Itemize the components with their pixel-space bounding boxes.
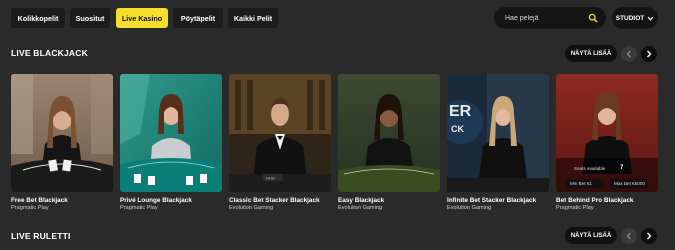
game-provider: Evolution Gaming — [229, 205, 274, 211]
game-title[interactable]: Easy Blackjack — [338, 197, 384, 204]
game-thumbnail — [556, 74, 658, 192]
min-bet-label: Min Bet €1 — [570, 181, 592, 186]
game-title[interactable]: Bet Behind Pro Blackjack — [556, 197, 633, 204]
game-title[interactable]: Privé Lounge Blackjack — [120, 197, 192, 204]
chevron-right-icon — [647, 232, 652, 240]
game-title[interactable]: Free Bet Blackjack — [11, 197, 68, 204]
tab-kolikkopelit[interactable]: Kolikkopelit — [11, 8, 65, 28]
game-thumbnail: ER CK — [447, 74, 549, 192]
svg-text:HHH: HHH — [266, 176, 275, 181]
game-provider: Pragmatic Play — [556, 205, 594, 211]
tab-kaikki-pelit[interactable]: Kaikki Pelit — [228, 8, 278, 28]
game-card-bet-behind-pro-blackjack[interactable]: Seats available 7 Min Bet €1 Max Bet €50… — [556, 74, 658, 192]
section-title-live-ruletti: LIVE RULETTI — [11, 231, 71, 241]
chevron-down-icon — [647, 16, 654, 21]
tab-suositut[interactable]: Suositut — [70, 8, 110, 28]
svg-text:CK: CK — [451, 124, 464, 134]
tab-live-kasino[interactable]: Live Kasino — [116, 8, 168, 28]
carousel-prev-button[interactable] — [621, 46, 637, 62]
search-input[interactable] — [505, 14, 585, 22]
chevron-right-icon — [647, 50, 652, 58]
search-box[interactable] — [494, 7, 606, 29]
seats-available-value: 7 — [620, 165, 624, 171]
show-more-button[interactable]: NÄYTÄ LISÄÄ — [565, 227, 617, 244]
search-icon[interactable] — [588, 13, 598, 23]
game-thumbnail — [338, 74, 440, 192]
carousel-next-button[interactable] — [641, 228, 657, 244]
max-bet-label: Max Bet €5000 — [614, 181, 645, 186]
game-card-prive-lounge-blackjack[interactable] — [120, 74, 222, 192]
game-card-free-bet-blackjack[interactable] — [11, 74, 113, 192]
game-thumbnail — [120, 74, 222, 192]
top-navigation: Kolikkopelit Suositut Live Kasino Pöytäp… — [0, 0, 675, 36]
carousel-prev-button[interactable] — [621, 228, 637, 244]
game-title[interactable]: Classic Bet Stacker Blackjack — [229, 197, 320, 204]
tab-poytapelit[interactable]: Pöytäpelit — [173, 8, 223, 28]
game-provider: Evolution Gaming — [338, 205, 383, 211]
game-card-infinite-bet-stacker-blackjack[interactable]: ER CK — [447, 74, 549, 192]
game-card-classic-bet-stacker-blackjack[interactable]: HHH — [229, 74, 331, 192]
studios-label: STUDIOT — [615, 14, 645, 22]
game-provider: Pragmatic Play — [11, 205, 49, 211]
seats-available-label: Seats available — [574, 166, 606, 171]
svg-text:ER: ER — [449, 103, 472, 120]
section-title-live-blackjack: LIVE BLACKJACK — [11, 48, 88, 58]
studios-dropdown[interactable]: STUDIOT — [612, 7, 658, 29]
carousel-next-button[interactable] — [641, 46, 657, 62]
game-title[interactable]: Infinite Bet Stacker Blackjack — [447, 197, 536, 204]
chevron-left-icon — [626, 50, 631, 58]
game-provider: Evolution Gaming — [447, 205, 492, 211]
game-thumbnail — [11, 74, 113, 192]
chevron-left-icon — [626, 232, 631, 240]
game-provider: Pragmatic Play — [120, 205, 158, 211]
show-more-button[interactable]: NÄYTÄ LISÄÄ — [565, 45, 617, 62]
game-card-easy-blackjack[interactable] — [338, 74, 440, 192]
game-thumbnail: HHH — [229, 74, 331, 192]
